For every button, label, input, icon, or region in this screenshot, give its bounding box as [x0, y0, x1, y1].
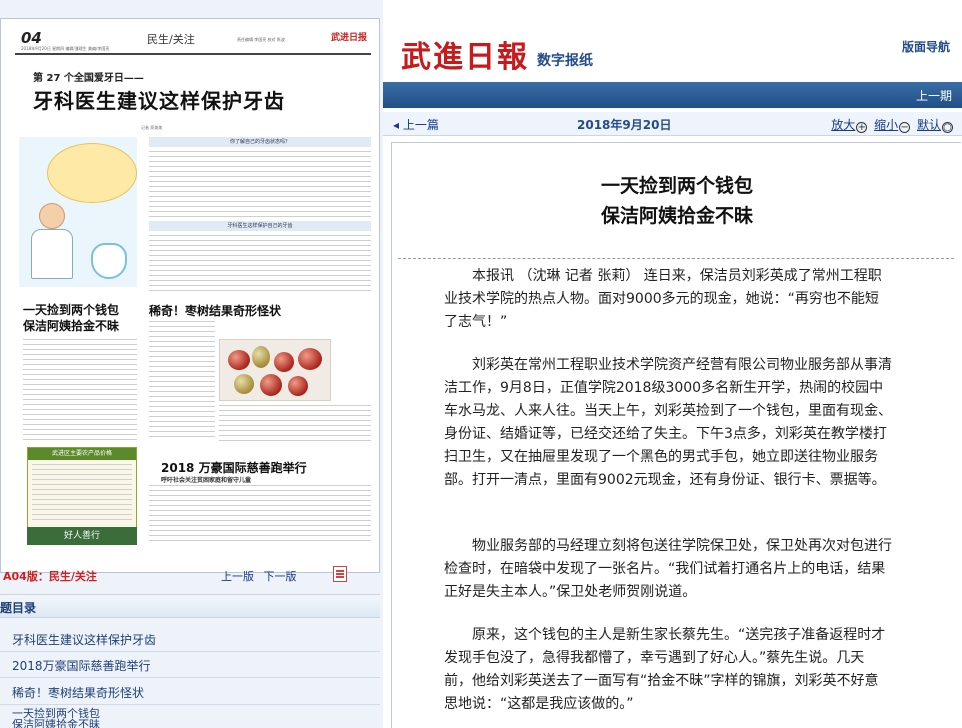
text-columns — [149, 235, 371, 295]
price-table-title: 武进区主要农产品价格 — [28, 448, 136, 460]
next-page-link[interactable]: 下一版 — [264, 570, 297, 583]
tooth-icon — [91, 243, 127, 279]
jujube-shape — [260, 374, 282, 396]
toc-divider — [0, 677, 380, 678]
dentist-coat-shape — [31, 229, 73, 279]
dentist-head-shape — [39, 203, 65, 229]
site-logo[interactable]: 武進日報 — [401, 32, 529, 76]
page-section-label: A04版：民生/关注 — [3, 570, 97, 583]
page-kicker: 第 27 个全国爱牙日—— — [33, 73, 144, 84]
title-divider — [398, 258, 954, 259]
jujube-photo — [219, 339, 331, 401]
jujube-shape — [234, 374, 254, 394]
text-columns — [149, 485, 371, 545]
article-panel: 一天捡到两个钱包 保洁阿姨拾金不昧 本报讯 （沈琳 记者 张莉） 连日来，保洁员… — [391, 142, 961, 728]
layout-nav-link[interactable]: 版面导航 — [902, 38, 950, 55]
zoom-in-icon[interactable]: + — [856, 122, 868, 133]
prev-issue-link[interactable]: 上一期 — [916, 87, 952, 104]
toc-title: 题目录 — [0, 601, 37, 615]
dentist-illustration — [19, 137, 137, 287]
jujube-shape — [228, 350, 250, 370]
article-title-line: 保洁阿姨拾金不昧 — [600, 205, 753, 227]
box-heading-2: 牙科医生这样保护自己的牙齿 — [149, 221, 371, 231]
article-paragraph: 原来，这个钱包的主人是新生家长蔡先生。“送完孩子准备返程时才发现手包没了，急得我… — [444, 627, 886, 712]
article-toolbar: ◂ 上一篇 2018年9月20日 放大 + 缩小 − 默认 ○ — [383, 112, 962, 136]
article-paragraph: 本报讯 （沈琳 记者 张莉） 连日来，保洁员刘彩英成了常州工程职业技术学院的热点… — [444, 268, 882, 330]
toc-item[interactable]: 稀奇！枣树结果奇形怪状 — [12, 684, 144, 701]
text-columns — [149, 151, 371, 217]
article-title-line: 一天捡到两个钱包 — [600, 175, 753, 197]
prev-page-link[interactable]: 上一版 — [221, 570, 254, 583]
text-columns — [23, 339, 137, 443]
price-table-rows — [32, 464, 132, 524]
top-nav-bar: 上一期 — [383, 82, 962, 108]
story-thumb-charity-run[interactable]: 2018 万豪国际慈善跑举行 — [161, 459, 307, 476]
story-thumb-found-wallets[interactable]: 一天捡到两个钱包 保洁阿姨拾金不昧 — [23, 302, 119, 334]
toc-header: 题目录 — [0, 594, 380, 618]
pdf-icon[interactable] — [333, 566, 347, 582]
left-pane: 04 2018年9月20日 星期四 编辑/潘理生 美编/李国亮 民生/关注 责任… — [0, 0, 383, 728]
zoom-out-icon[interactable]: − — [899, 122, 911, 133]
text-columns — [219, 405, 371, 445]
issue-date: 2018年9月20日 — [577, 118, 672, 132]
jujube-shape — [252, 346, 270, 368]
zoom-out-link[interactable]: 缩小 — [874, 118, 898, 132]
page-headline[interactable]: 牙科医生建议这样保护牙齿 — [33, 85, 285, 114]
toc-item[interactable]: 2018万豪国际慈善跑举行 — [12, 657, 151, 674]
jujube-shape — [274, 352, 294, 372]
text-columns — [149, 321, 215, 441]
page-footer: A04版：民生/关注 上一版 下一版 — [1, 566, 379, 586]
toc-item-line: 保洁阿姨拾金不昧 — [12, 718, 100, 728]
newspaper-page-thumbnail[interactable]: 04 2018年9月20日 星期四 编辑/潘理生 美编/李国亮 民生/关注 责任… — [0, 18, 380, 583]
page-number: 04 — [21, 29, 42, 47]
jujube-shape — [288, 376, 308, 396]
jujube-shape — [298, 348, 322, 370]
speech-bubble-shape — [47, 143, 137, 203]
story-thumb-subtitle: 呼吁社会关注贫困家庭和留守儿童 — [161, 477, 252, 484]
good-people-banner: 好人善行 — [27, 527, 137, 545]
story-thumb-title-line: 保洁阿姨拾金不昧 — [23, 319, 120, 333]
toc-item[interactable]: 一天捡到两个钱包 保洁阿姨拾金不昧 — [12, 708, 100, 728]
prev-article-link[interactable]: ◂ 上一篇 — [393, 116, 439, 133]
article-paragraph: 刘彩英在常州工程职业技术学院资产经营有限公司物业服务部从事清洁工作，9月8日，正… — [444, 357, 892, 488]
zoom-default-link[interactable]: 默认 — [917, 118, 941, 132]
right-pane: 武進日報 数字报纸 版面导航 上一期 ◂ 上一篇 2018年9月20日 放大 + … — [383, 0, 962, 728]
story-thumb-jujube[interactable]: 稀奇！枣树结果奇形怪状 — [149, 302, 281, 319]
box-heading-1: 你了解自己的牙齿状态吗？ — [149, 137, 371, 147]
page-date-line: 2018年9月20日 星期四 编辑/潘理生 美编/李国亮 — [21, 46, 110, 51]
toc-item[interactable]: 牙科医生建议这样保护牙齿 — [12, 631, 156, 648]
zoom-default-icon[interactable]: ○ — [942, 122, 953, 133]
page-nav: 上一版 下一版 — [221, 568, 303, 584]
page-header: 04 2018年9月20日 星期四 编辑/潘理生 美编/李国亮 民生/关注 责任… — [15, 27, 371, 55]
page-section: 民生/关注 — [147, 33, 195, 46]
toc-divider — [0, 651, 380, 652]
toc-divider — [0, 704, 380, 705]
site-subtitle: 数字报纸 — [537, 53, 593, 69]
page-mini-header: 责任编辑 李国亮 校对 陈波 — [237, 37, 285, 42]
zoom-controls: 放大 + 缩小 − 默认 ○ — [831, 116, 956, 133]
zoom-in-link[interactable]: 放大 — [831, 118, 855, 132]
prev-article-label: 上一篇 — [402, 118, 439, 132]
article-paragraph: 物业服务部的马经理立刻将包送往学院保卫处，保卫处再次对包进行检查时，在暗袋中发现… — [444, 538, 892, 600]
story-thumb-title-line: 一天捡到两个钱包 — [23, 303, 120, 317]
page-logo: 武进日报 — [330, 33, 367, 43]
page-byline: 记者 郑美美 — [141, 125, 163, 130]
